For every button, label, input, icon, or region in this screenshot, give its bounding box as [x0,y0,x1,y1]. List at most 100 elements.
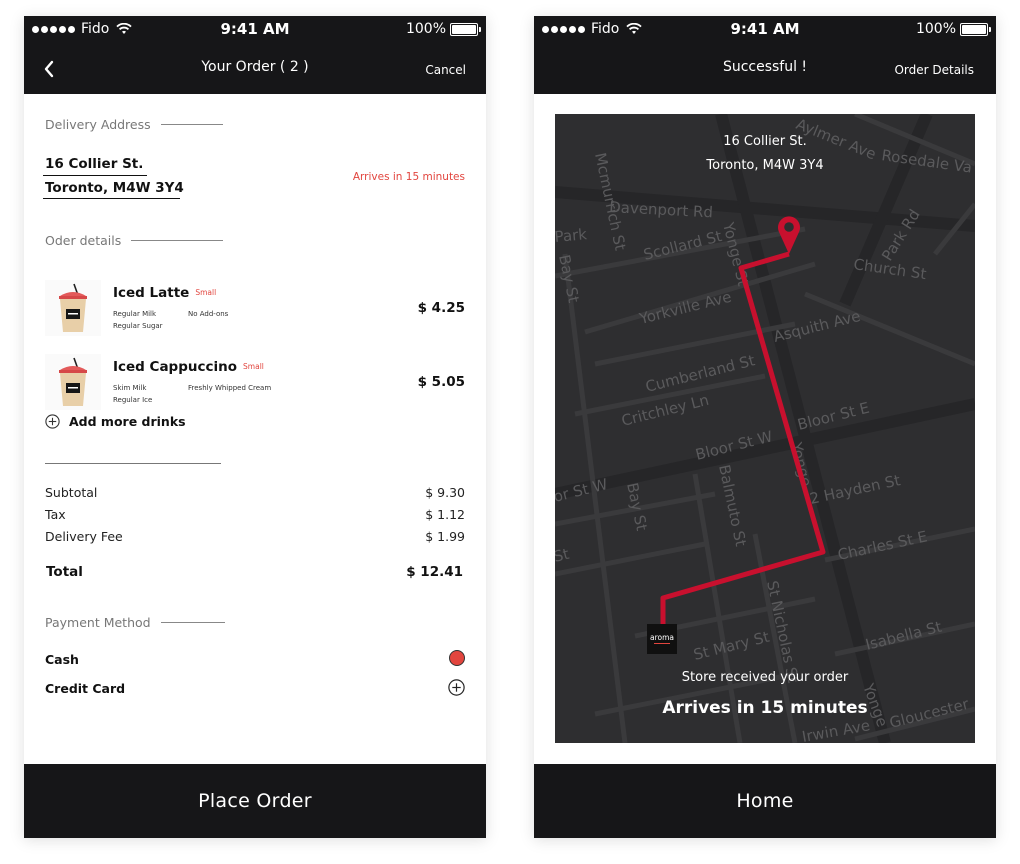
home-button[interactable]: Home [534,764,996,838]
battery-icon [960,22,991,36]
order-screen: Fido 9:41 AM 100% Your Order ( 2 ) Cance… [24,16,486,838]
item-option: Regular Sugar [113,322,163,330]
cash-radio[interactable] [449,650,465,666]
battery-group: 100% [915,21,991,37]
battery-percent: 100% [915,21,956,37]
drink-thumbnail [45,354,101,410]
item-option: Regular Ice [113,396,153,404]
item-option: Freshly Whipped Cream [188,384,272,392]
order-details-label: Oder details [45,233,122,248]
iced-drink-icon [59,357,87,406]
top-bar: Fido 9:41 AM 100% Your Order ( 2 ) Cance… [24,16,486,94]
order-details-heading: Oder details [45,233,224,248]
item-size: Small [195,288,217,297]
address-line-1[interactable]: 16 Collier St. [45,156,143,172]
place-order-button[interactable]: Place Order [24,764,486,838]
item-price: $ 4.25 [417,300,465,316]
success-screen: Fido 9:41 AM 100% Successful ! Order Det… [534,16,996,838]
tax-value: $ 1.12 [425,507,465,522]
map-address-line-2: Toronto, M4W 3Y4 [706,158,824,173]
item-option: Regular Milk [113,310,157,318]
drink-thumbnail [45,280,101,336]
subtotal-row: Subtotal $ 9.30 [45,485,465,500]
street-label: Bay St [555,253,583,304]
street-label: or St W [555,475,610,506]
total-row: Total $ 12.41 [45,564,465,580]
nav-row: Successful ! Order Details [534,56,996,82]
payment-option-label: Credit Card [45,681,126,696]
street-label: Balmuto St [715,463,750,548]
plus-circle-icon [448,679,465,696]
plus-circle-icon [45,414,60,429]
delivery-address-label: Delivery Address [45,117,151,132]
battery-group: 100% [405,21,481,37]
add-more-label: Add more drinks [69,414,186,429]
item-name-row: Iced Latte Small [113,285,216,301]
map-streets: Mcmurrich St Aylmer Ave Rosedale Va Dave… [555,114,975,743]
delivery-map[interactable]: Mcmurrich St Aylmer Ave Rosedale Va Dave… [555,114,975,743]
address-underline-2 [43,198,180,199]
map-eta-text: Arrives in 15 minutes [662,698,868,718]
tax-label: Tax [45,507,66,522]
add-card-button[interactable] [448,679,465,699]
iced-drink-icon [59,283,87,332]
street-label: Yorkville Ave [637,288,734,328]
payment-option-credit-card[interactable]: Credit Card [45,679,465,699]
map-address-line-1: 16 Collier St. [723,134,807,149]
top-bar: Fido 9:41 AM 100% Successful ! Order Det… [534,16,996,94]
item-price: $ 5.05 [417,374,465,390]
status-bar: Fido 9:41 AM 100% [24,16,486,42]
subtotal-label: Subtotal [45,485,98,500]
cancel-button[interactable]: Cancel [425,63,466,77]
delivery-fee-value: $ 1.99 [425,529,465,544]
order-details-button[interactable]: Order Details [894,63,974,77]
divider [45,463,221,464]
item-name-row: Iced Cappuccino Small [113,359,264,375]
street-label: St [555,545,571,566]
street-label: Park [555,225,588,246]
total-value: $ 12.41 [406,564,463,580]
street-minor [555,541,706,577]
item-option: Skim Milk [113,384,147,392]
delivery-fee-row: Delivery Fee $ 1.99 [45,529,465,544]
store-logo: aroma [647,624,677,654]
street-label: 2 Hayden St [808,471,902,508]
street-label: Asquith Ave [772,307,863,346]
total-label: Total [46,564,83,580]
street-label: St Nicholas St [763,579,802,684]
order-status-text: Store received your order [681,670,849,685]
delivery-address-heading: Delivery Address [45,117,223,132]
address-line-2[interactable]: Toronto, M4W 3Y4 [45,180,184,196]
address-underline-1 [43,175,147,176]
street-label: St Mary St [692,628,772,664]
street-label: Charles St E [836,527,929,564]
battery-percent: 100% [405,21,446,37]
status-bar: Fido 9:41 AM 100% [534,16,996,42]
street-label: Scollard St [642,227,724,264]
divider [160,622,225,623]
divider [131,240,224,241]
nav-row: Your Order ( 2 ) Cancel [24,56,486,82]
payment-method-label: Payment Method [45,615,151,630]
subtotal-value: $ 9.30 [425,485,465,500]
street-label: Bay St [623,481,651,532]
payment-option-cash[interactable]: Cash [45,650,465,667]
street-bloor [555,398,975,500]
item-size: Small [243,362,264,371]
divider [160,124,223,125]
item-name: Iced Cappuccino [113,359,238,375]
item-name: Iced Latte [113,285,190,301]
order-item[interactable]: Iced Cappuccino Small Skim Milk Regular I… [45,354,465,412]
add-more-drinks-button[interactable]: Add more drinks [45,414,186,429]
payment-method-heading: Payment Method [45,615,225,630]
page-title: Your Order ( 2 ) [201,59,309,75]
street-label: Isabella St [864,618,944,654]
payment-option-label: Cash [45,652,79,667]
order-item[interactable]: Iced Latte Small Regular Milk Regular Sug… [45,280,465,338]
tax-row: Tax $ 1.12 [45,507,465,522]
eta-text: Arrives in 15 minutes [352,171,465,183]
battery-icon [450,22,481,36]
store-logo-text: aroma [649,632,674,642]
delivery-fee-label: Delivery Fee [45,529,123,544]
location-pin-icon [778,216,800,254]
